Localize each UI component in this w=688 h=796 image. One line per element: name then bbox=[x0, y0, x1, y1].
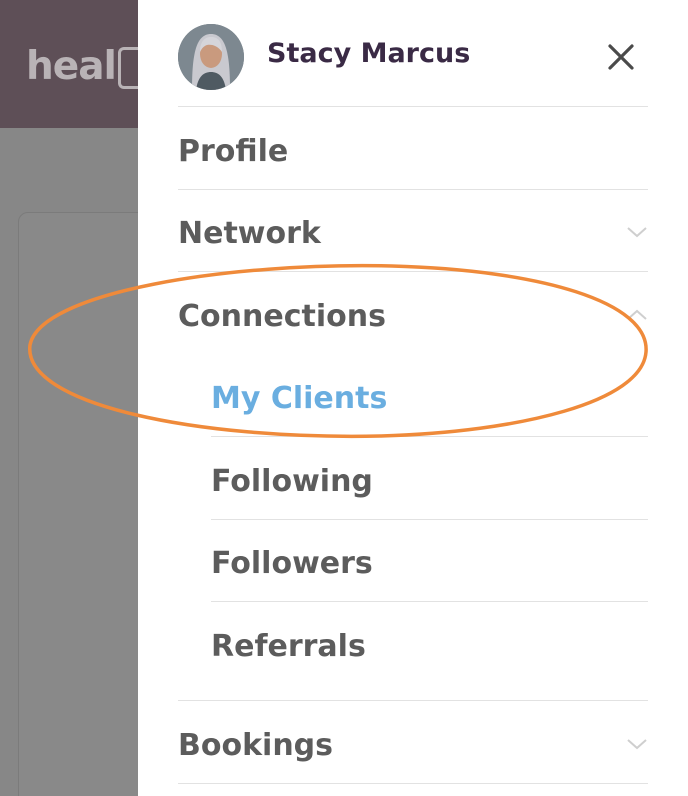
divider bbox=[211, 601, 648, 602]
divider bbox=[178, 189, 648, 190]
divider bbox=[211, 519, 648, 520]
app-logo: heal bbox=[26, 44, 142, 89]
submenu-item-label: Following bbox=[211, 464, 373, 499]
submenu-item-following[interactable]: Following bbox=[211, 450, 648, 510]
background-header: heal bbox=[0, 0, 142, 128]
divider bbox=[178, 271, 648, 272]
menu-item-profile[interactable]: Profile bbox=[178, 120, 648, 180]
divider bbox=[178, 783, 648, 784]
divider bbox=[178, 700, 648, 701]
menu-item-label: Profile bbox=[178, 134, 289, 169]
menu-item-network[interactable]: Network bbox=[178, 202, 648, 262]
submenu-item-label: Followers bbox=[211, 546, 373, 581]
drawer-header: Stacy Marcus bbox=[138, 0, 688, 106]
avatar[interactable] bbox=[178, 24, 244, 90]
user-name: Stacy Marcus bbox=[267, 38, 471, 69]
divider bbox=[211, 436, 648, 437]
submenu-item-label: My Clients bbox=[211, 381, 388, 416]
submenu-item-followers[interactable]: Followers bbox=[211, 532, 648, 592]
close-icon[interactable] bbox=[604, 40, 638, 74]
submenu-item-label: Referrals bbox=[211, 629, 366, 664]
menu-item-label: Connections bbox=[178, 299, 386, 334]
menu-item-connections[interactable]: Connections bbox=[178, 285, 648, 345]
divider bbox=[178, 106, 648, 107]
submenu-item-referrals[interactable]: Referrals bbox=[211, 615, 648, 675]
menu-item-label: Network bbox=[178, 216, 321, 251]
navigation-drawer: Stacy Marcus Profile Network Connections… bbox=[138, 0, 688, 796]
chevron-up-icon[interactable] bbox=[626, 307, 648, 321]
chevron-down-icon[interactable] bbox=[626, 736, 648, 750]
menu-item-bookings[interactable]: Bookings bbox=[178, 714, 648, 774]
submenu-item-my-clients[interactable]: My Clients bbox=[211, 367, 648, 427]
menu-item-label: Bookings bbox=[178, 728, 334, 763]
background-card bbox=[18, 212, 158, 796]
chevron-down-icon[interactable] bbox=[626, 224, 648, 238]
